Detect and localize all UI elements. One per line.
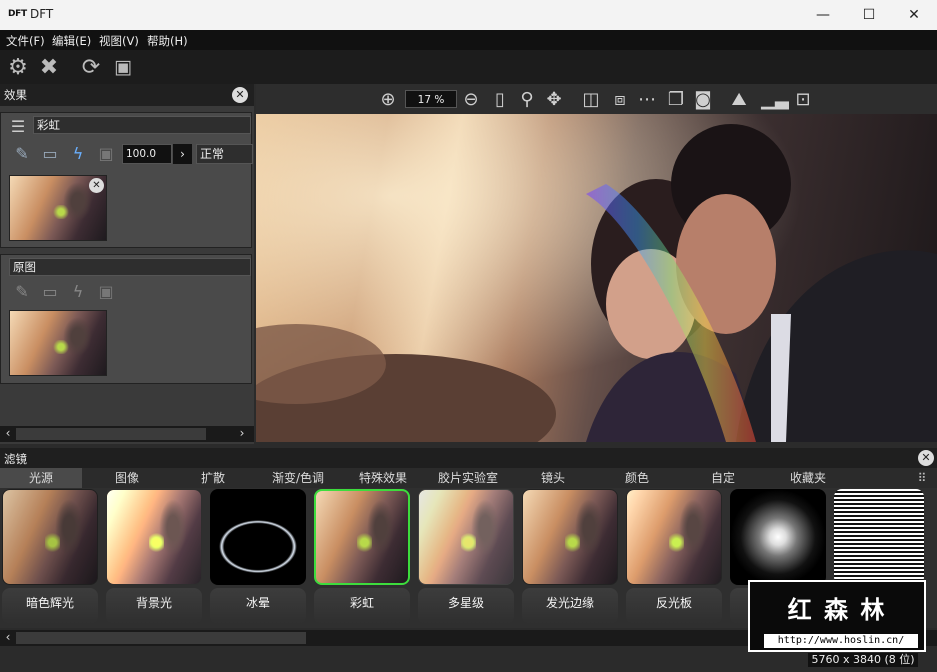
mask-icon[interactable]: ▣ [95,143,117,163]
gear-icon[interactable]: ⚙ [4,53,32,81]
filter-thumb-fan-rays[interactable] [730,489,826,585]
filter-label: 冰晕 [245,596,270,610]
fit-icon[interactable]: ▣ [109,53,137,81]
magnifier-icon[interactable]: ⚲ [516,88,538,110]
chevron-left-icon[interactable]: ‹ [2,630,14,646]
horizontal-split-icon[interactable]: ⋯ [636,88,658,110]
tab-custom[interactable]: 自定 [682,468,764,488]
lightning-icon[interactable]: ϟ [67,143,89,163]
tab-light-source[interactable]: 光源 [0,468,82,488]
effects-panel: 效果 ✕ ☰ 彩虹 ✎ ▭ ϟ ▣ 100.0 › 正常 ✕ 原图 ✎ ▭ ϟ … [0,84,254,444]
remove-icon[interactable]: ✕ [89,178,104,193]
filters-header: 滤镜 ✕ [0,448,937,468]
chevron-right-icon[interactable]: › [173,144,192,164]
split-compare-icon[interactable]: ⧈ [609,88,631,110]
tab-color[interactable]: 颜色 [596,468,678,488]
chevron-right-icon[interactable]: › [236,426,248,442]
filter-thumb-multi-star[interactable] [418,489,514,585]
filters-title: 滤镜 [4,452,27,466]
filter-label: 背景光 [135,596,172,610]
copy-icon[interactable]: ❐ [665,88,687,110]
filter-thumb-glow-edges[interactable] [522,489,618,585]
watermark-brand: 红 森 林 [787,596,887,624]
menu-file[interactable]: 文件(F) [6,33,45,49]
window-title: DFT [30,7,54,21]
edit-icon[interactable]: ✎ [11,143,33,163]
filter-thumb-backlight[interactable] [106,489,202,585]
layer-menu-icon[interactable]: ☰ [7,116,29,136]
filter-label: 多星级 [447,596,484,610]
lightning-icon: ϟ [72,281,84,301]
menu-bar: 文件(F) 编辑(E) 视图(V) 帮助(H) [0,30,937,50]
filter-label: 反光板 [655,596,692,610]
tab-image[interactable]: 图像 [86,468,168,488]
filter-thumb-rainbow[interactable] [314,489,410,585]
filter-thumb-dark-glow[interactable] [2,489,98,585]
edit-icon: ✎ [15,281,29,301]
tab-special-effects[interactable]: 特殊效果 [342,468,424,488]
effects-panel-title: 效果 [4,88,27,102]
fit-height-icon[interactable]: ▯ [489,88,511,110]
tab-gradient-tone[interactable]: 渐变/色调 [256,468,340,488]
preview-canvas[interactable] [256,114,937,442]
maximize-button[interactable]: ☐ [846,0,892,30]
preview-photo [256,114,937,442]
tab-favorites[interactable]: 收藏夹 [766,468,850,488]
title-bar: DFT DFT — ☐ ✕ [0,0,937,30]
effect-layer-original[interactable]: 原图 ✎ ▭ ϟ ▣ [0,254,252,384]
tab-film-lab[interactable]: 胶片实验室 [426,468,510,488]
filter-label: 发光边缘 [545,596,594,610]
watermark-url: http://www.hoslin.cn/ [764,634,918,648]
camera-icon[interactable]: ◙ [692,88,714,110]
filter-thumb-reflector[interactable] [626,489,722,585]
scrollbar-thumb[interactable] [16,632,306,644]
layer-name-field[interactable]: 彩虹 [33,116,251,134]
monitor-icon[interactable]: ▭ [39,143,61,163]
filter-label: 暗色辉光 [25,596,74,610]
app-logo: DFT [8,9,27,19]
layer-thumbnail[interactable] [9,310,107,376]
effects-scrollbar[interactable]: ‹ › [0,426,254,442]
effects-panel-header: 效果 ✕ [0,84,254,106]
zoom-out-icon[interactable]: ⊖ [460,88,482,110]
close-icon[interactable]: ✕ [918,450,934,466]
menu-view[interactable]: 视图(V) [99,33,139,49]
canvas-toolbar: ⊕ ⊖ ▯ ⚲ ✥ ◫ ⧈ ⋯ ❐ ◙ ⛰ ▁▃ ⊡ [256,84,937,114]
scrollbar-thumb[interactable] [16,428,206,440]
move-icon[interactable]: ✥ [543,88,565,110]
close-window-button[interactable]: ✕ [891,0,937,30]
filter-tabs: 光源 图像 扩散 渐变/色调 特殊效果 胶片实验室 镜头 颜色 自定 收藏夹 ⠿ [0,468,937,488]
filter-thumb-ice-halo[interactable] [210,489,306,585]
menu-help[interactable]: 帮助(H) [147,33,188,49]
menu-edit[interactable]: 编辑(E) [52,33,91,49]
image-dimensions: 5760 x 3840 (8 位) [808,653,918,667]
filter-label: 彩虹 [349,596,374,610]
close-icon[interactable]: ✖ [35,53,63,81]
refresh-icon[interactable]: ⟳ [77,53,105,81]
split-view-icon[interactable]: ◫ [580,88,602,110]
layer-name-field[interactable]: 原图 [9,258,251,276]
blend-mode-select[interactable]: 正常 [196,144,253,164]
filter-thumb-light-source[interactable] [834,489,924,585]
tab-diffuse[interactable]: 扩散 [172,468,254,488]
zoom-level-field[interactable]: 17 % [405,90,457,108]
minimize-button[interactable]: — [800,0,846,30]
close-icon[interactable]: ✕ [232,87,248,103]
opacity-field[interactable]: 100.0 [122,144,172,164]
chevron-left-icon[interactable]: ‹ [2,426,14,442]
monitor-icon: ▭ [42,281,58,301]
tab-lens[interactable]: 镜头 [512,468,594,488]
mask-icon: ▣ [98,281,114,301]
image-icon[interactable]: ⛰ [728,88,750,110]
main-toolbar: ⚙ ✖ ⟳ ▣ [0,50,937,84]
grid-view-icon[interactable]: ⠿ [914,471,930,485]
effect-layer-rainbow[interactable]: ☰ 彩虹 ✎ ▭ ϟ ▣ 100.0 › 正常 ✕ [0,112,253,248]
histogram-icon[interactable]: ▁▃ [761,88,789,110]
zoom-in-icon[interactable]: ⊕ [377,88,399,110]
zoom-box-icon[interactable]: ⊡ [792,88,814,110]
watermark: 红 森 林 http://www.hoslin.cn/ [748,580,926,652]
